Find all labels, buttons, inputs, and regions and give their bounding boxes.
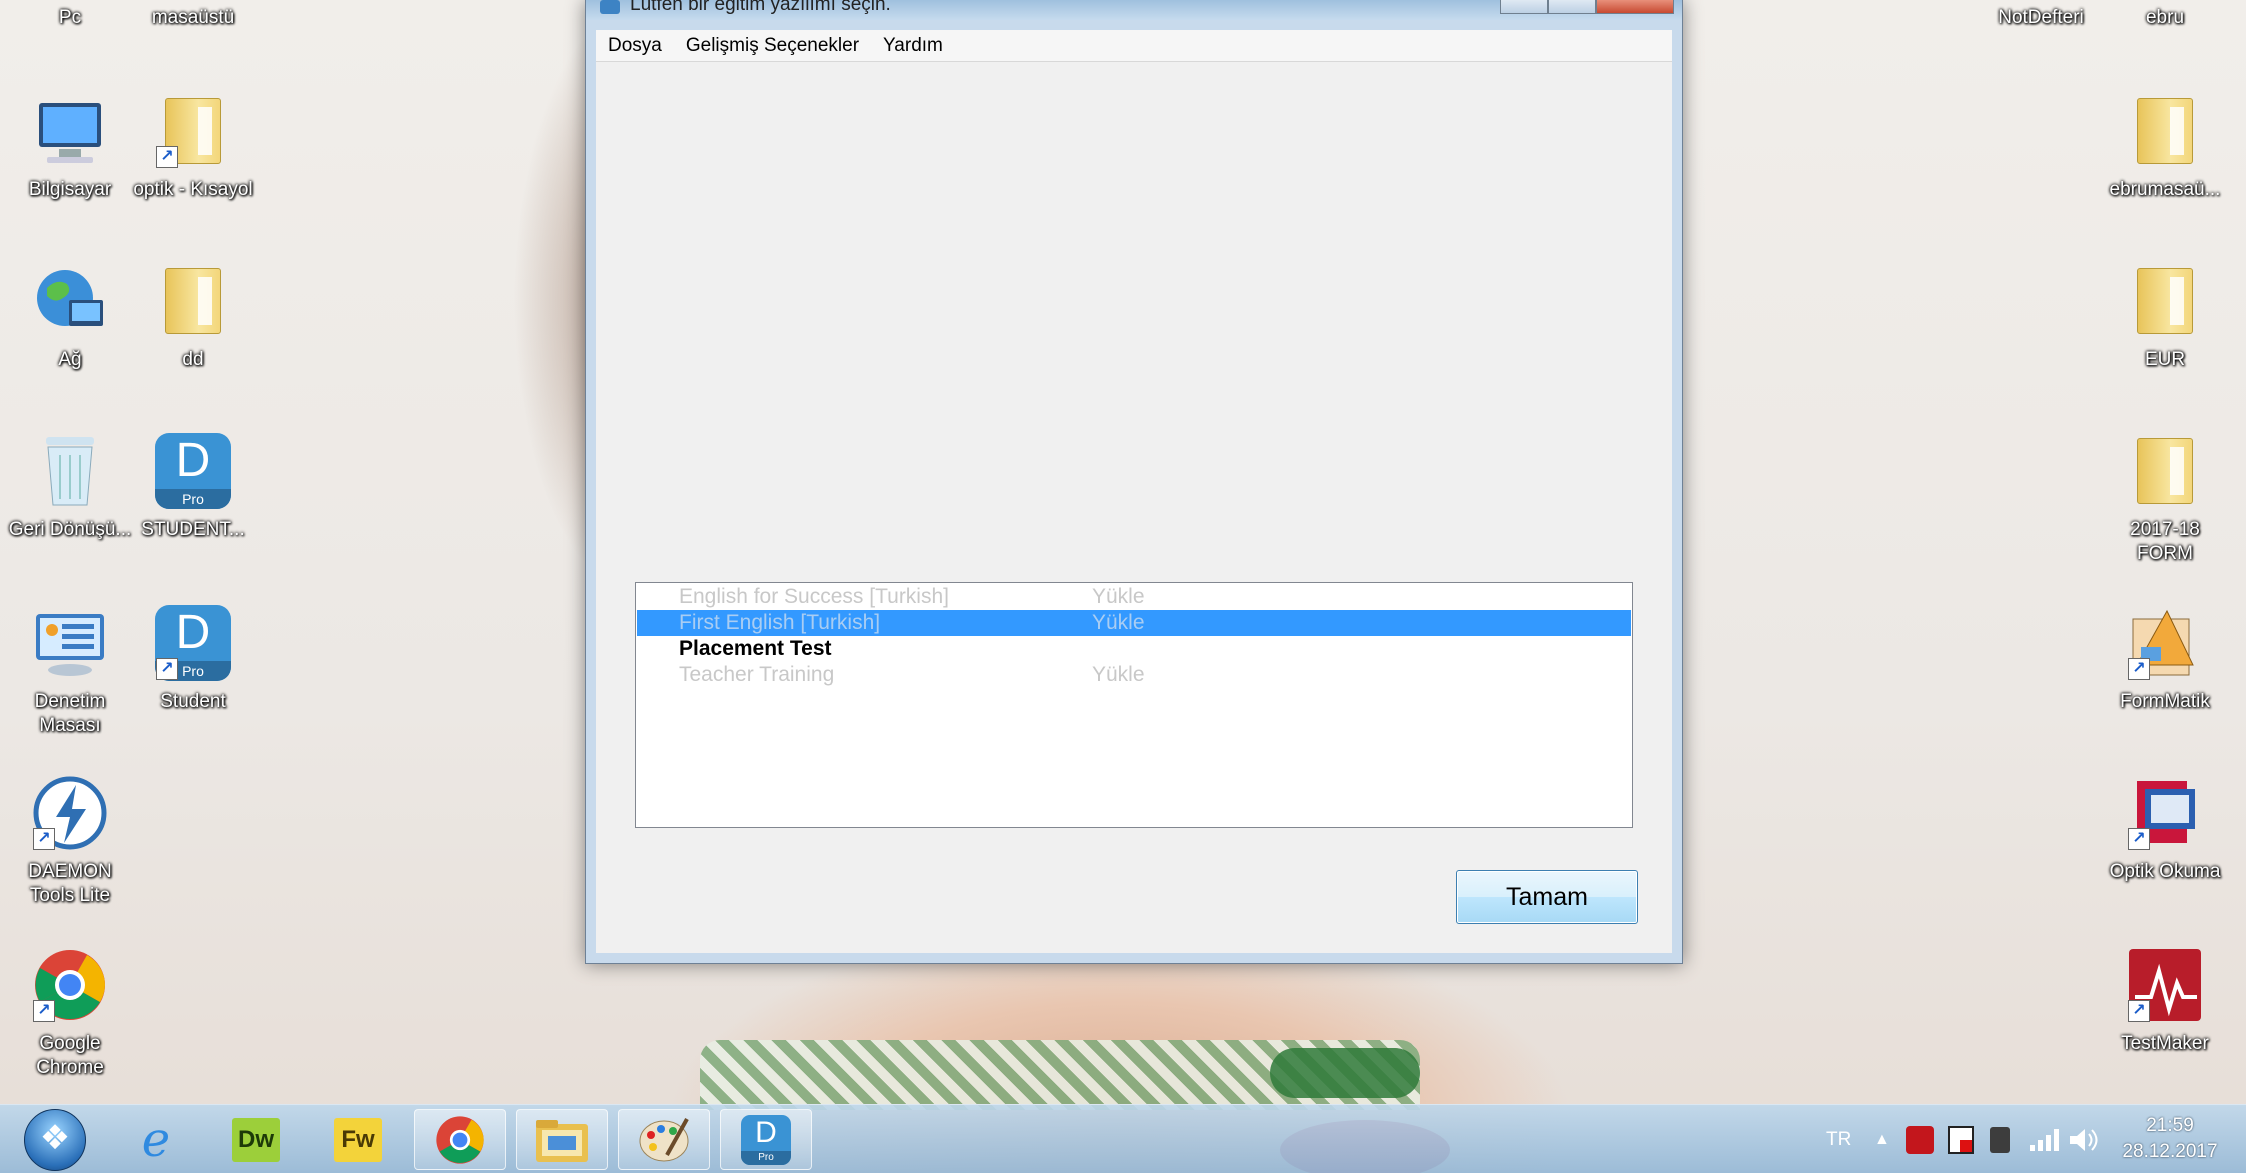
clock-date: 28.12.2017: [2122, 1141, 2218, 1162]
chrome-icon: [436, 1115, 484, 1164]
ok-button[interactable]: Tamam: [1456, 870, 1638, 924]
desktop-icon-testmaker[interactable]: ↗ TestMaker: [2100, 946, 2230, 1056]
desktop-icon-daemon-tools[interactable]: ↗ DAEMON Tools Lite: [5, 774, 135, 908]
desktop-icon-eur[interactable]: EUR: [2100, 262, 2230, 372]
menu-dosya[interactable]: Dosya: [608, 35, 662, 57]
testmaker-icon: ↗: [2126, 946, 2204, 1024]
desktop-icon-bilgisayar[interactable]: Bilgisayar: [5, 92, 135, 202]
folder-icon: [154, 262, 232, 340]
start-button[interactable]: [24, 1109, 86, 1171]
acrobat-tray-icon[interactable]: [1906, 1105, 1934, 1173]
desktop-icon-2017-18-form[interactable]: 2017-18 FORM: [2100, 432, 2230, 566]
chrome-icon: ↗: [31, 946, 109, 1024]
app-window-icon: [600, 0, 620, 14]
taskbar-chrome[interactable]: [414, 1109, 506, 1170]
desktop-icon-geri-donusum[interactable]: Geri Dönüşü...: [5, 432, 135, 542]
install-label: Yükle: [1092, 611, 1145, 634]
desktop-icon-student-app[interactable]: D Pro STUDENT...: [128, 432, 258, 542]
list-item-first-english[interactable]: First English [Turkish] Yükle: [637, 610, 1631, 636]
menu-gelismis-secenekler[interactable]: Gelişmiş Seçenekler: [686, 35, 859, 57]
folder-icon: [2126, 92, 2204, 170]
desktop-icon-ebrumasaustu[interactable]: ebrumasaü...: [2100, 92, 2230, 202]
desktop-icon-ag[interactable]: Ağ: [5, 262, 135, 372]
install-label: Yükle: [1092, 663, 1145, 686]
internet-explorer-icon: e: [141, 1111, 171, 1168]
minimize-button[interactable]: [1500, 0, 1548, 14]
menu-bar: Dosya Gelişmiş Seçenekler Yardım: [596, 30, 1672, 62]
network-signal-icon[interactable]: [2028, 1105, 2060, 1173]
computer-icon: [31, 92, 109, 170]
list-item-teacher-training[interactable]: Teacher Training Yükle: [637, 662, 1631, 688]
menu-yardim[interactable]: Yardım: [883, 35, 943, 57]
taskbar: e Dw Fw D Pro TR ▲ 21:59 28.12.2017: [0, 1104, 2246, 1173]
taskbar-fireworks[interactable]: Fw: [312, 1109, 404, 1170]
dpro-app-shortcut-icon: D Pro ↗: [154, 604, 232, 682]
clock-time: 21:59: [2146, 1115, 2194, 1136]
dpro-app-icon: D Pro: [154, 432, 232, 510]
flag-tray-icon[interactable]: [1948, 1105, 1974, 1173]
desktop-icon-optik-kisayol[interactable]: ↗ optik - Kısayol: [128, 92, 258, 202]
folder-icon: [2126, 262, 2204, 340]
taskbar-paint[interactable]: [618, 1109, 710, 1170]
taskbar-file-explorer[interactable]: [516, 1109, 608, 1170]
desktop-icon-google-chrome[interactable]: ↗ Google Chrome: [5, 946, 135, 1080]
maximize-button[interactable]: [1548, 0, 1596, 14]
taskbar-dreamweaver[interactable]: Dw: [210, 1109, 302, 1170]
recycle-bin-icon: [31, 432, 109, 510]
network-globe-icon: [31, 262, 109, 340]
optik-okuma-icon: ↗: [2126, 774, 2204, 852]
desktop-icon-denetim-masasi[interactable]: Denetim Masası: [5, 604, 135, 738]
desktop-icon-dd[interactable]: dd: [128, 262, 258, 372]
dreamweaver-icon: Dw: [232, 1117, 280, 1162]
desktop-icon-notdefteri[interactable]: NotDefteri: [1976, 0, 2106, 30]
close-button[interactable]: [1596, 0, 1674, 14]
list-item-english-for-success[interactable]: English for Success [Turkish] Yükle: [637, 584, 1631, 610]
taskbar-internet-explorer[interactable]: e: [110, 1109, 202, 1170]
daemon-tools-icon: ↗: [31, 774, 109, 852]
list-item-placement-test[interactable]: Placement Test: [637, 636, 1631, 662]
software-listbox[interactable]: English for Success [Turkish] Yükle Firs…: [635, 582, 1633, 828]
dialog-client-area: English for Success [Turkish] Yükle Firs…: [596, 62, 1672, 953]
taskbar-dpro[interactable]: D Pro: [720, 1109, 812, 1170]
formmatik-icon: ↗: [2126, 604, 2204, 682]
desktop-icon-ebru[interactable]: ebru: [2100, 0, 2230, 30]
desktop-icon-student-shortcut[interactable]: D Pro ↗ Student: [128, 604, 258, 714]
window-title: Lütfen bir eğitim yazılımı seçin.: [630, 0, 891, 15]
desktop-icon-formmatik[interactable]: ↗ FormMatik: [2100, 604, 2230, 714]
paint-palette-icon: [639, 1117, 689, 1161]
folder-icon: [2126, 432, 2204, 510]
software-select-dialog: Lütfen bir eğitim yazılımı seçin. Dosya …: [585, 0, 1683, 964]
fireworks-icon: Fw: [334, 1117, 382, 1162]
desktop-icon-pc[interactable]: Pc: [5, 0, 135, 30]
desktop-icon-masaustu[interactable]: masaüstü: [128, 0, 258, 30]
window-caption-buttons: [1500, 0, 1674, 14]
folder-shortcut-icon: ↗: [154, 92, 232, 170]
desktop-icon-optik-okuma[interactable]: ↗ Optik Okuma: [2100, 774, 2230, 884]
show-hidden-icons-chevron-icon[interactable]: ▲: [1874, 1105, 1890, 1173]
wallpaper-bow: [1270, 1048, 1420, 1098]
install-label: Yükle: [1092, 585, 1145, 608]
control-panel-icon: [31, 604, 109, 682]
system-clock[interactable]: 21:59 28.12.2017: [2100, 1113, 2240, 1165]
file-explorer-icon: [536, 1119, 588, 1162]
window-titlebar[interactable]: Lütfen bir eğitim yazılımı seçin.: [586, 0, 1682, 20]
language-indicator[interactable]: TR: [1826, 1105, 1851, 1173]
device-tray-icon[interactable]: [1990, 1105, 2010, 1173]
dpro-app-icon: D Pro: [741, 1114, 791, 1165]
volume-speaker-icon[interactable]: [2068, 1105, 2098, 1173]
